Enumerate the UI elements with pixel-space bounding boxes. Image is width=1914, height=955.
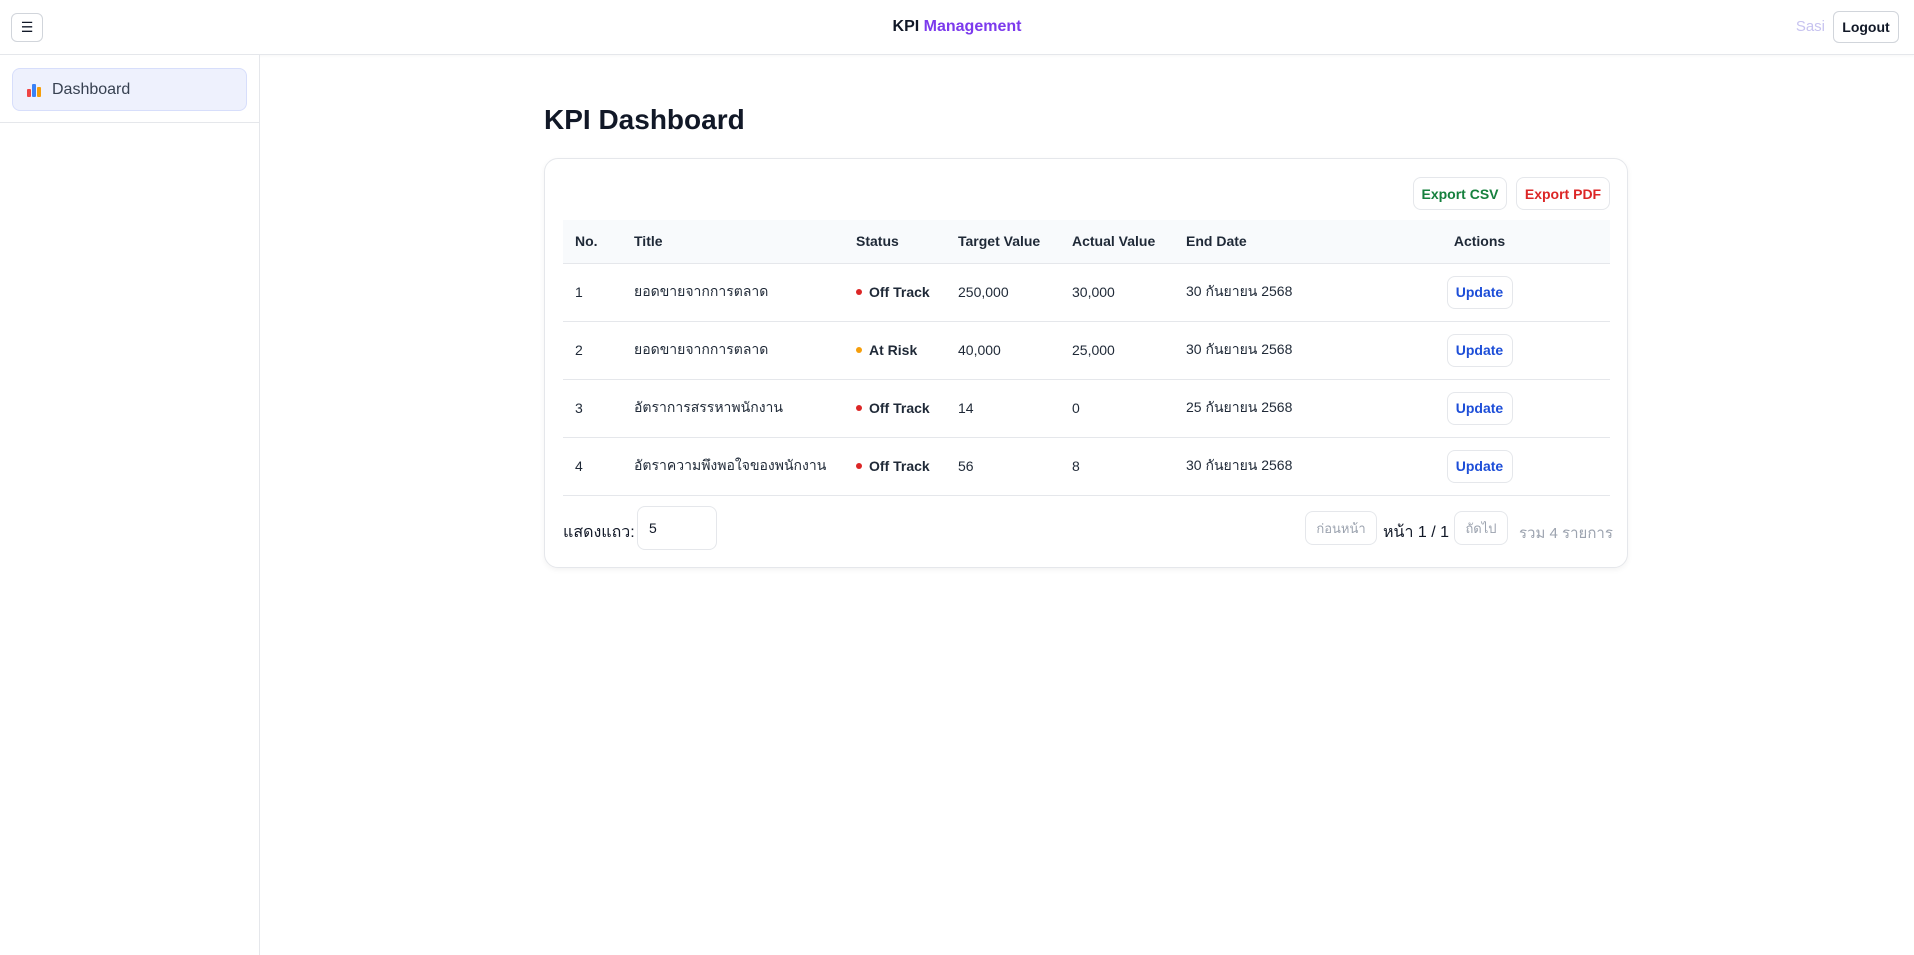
column-header-target-value[interactable]: Target Value [946,220,1060,264]
top-bar: ☰ KPI Management Sasi Logout [0,0,1914,55]
cell-title: อัตราความพึงพอใจของพนักงาน [622,437,844,496]
column-header-actual-value[interactable]: Actual Value [1060,220,1174,264]
update-button[interactable]: Update [1446,391,1513,425]
table-row: 1 ยอดขายจากการตลาด Off Track 250,000 30,… [563,263,1610,322]
total-count: รวม 4 รายการ [1519,525,1613,542]
status-dot-icon [856,405,862,412]
cell-end-date: 30 กันยายน 2568 [1174,321,1349,380]
next-page-button[interactable]: ถัดไป [1454,511,1508,545]
page-indicator: หน้า 1 / 1 [1383,524,1450,541]
cell-status: Off Track [844,263,946,322]
app-title: KPI Management [0,18,1914,36]
rows-per-page-label: แสดงแถว: [563,524,635,541]
cell-status: Off Track [844,437,946,496]
sidebar-item-label: Dashboard [52,80,131,98]
sidebar: Dashboard [0,55,260,955]
update-button[interactable]: Update [1446,333,1513,367]
cell-target-value: 14 [946,379,1060,438]
cell-target-value: 56 [946,437,1060,496]
kpi-table-card: Export CSV Export PDF No. Title Status T… [544,158,1628,568]
status-dot-icon [856,463,862,470]
table-row: 3 อัตราการสรรหาพนักงาน Off Track 14 0 25… [563,379,1610,438]
brand-management: Management [923,18,1022,35]
column-header-title[interactable]: Title [622,220,844,264]
status-label: At Risk [869,342,918,358]
cell-no: 3 [563,379,622,438]
app-root: ☰ KPI Management Sasi Logout Dashboard K… [0,0,1914,955]
previous-page-button[interactable]: ก่อนหน้า [1305,511,1377,545]
cell-title: ยอดขายจากการตลาด [622,263,844,322]
cell-status: At Risk [844,321,946,380]
user-name: Sasi [1795,18,1825,35]
cell-target-value: 250,000 [946,263,1060,322]
cell-actual-value: 8 [1060,437,1174,496]
cell-actions: Update [1349,379,1610,438]
status-dot-icon [856,289,862,296]
sidebar-nav: Dashboard [0,55,259,123]
cell-end-date: 25 กันยายน 2568 [1174,379,1349,438]
status-dot-icon [856,347,862,354]
column-header-end-date[interactable]: End Date [1174,220,1349,264]
cell-actual-value: 25,000 [1060,321,1174,380]
cell-title: ยอดขายจากการตลาด [622,321,844,380]
cell-status: Off Track [844,379,946,438]
cell-end-date: 30 กันยายน 2568 [1174,263,1349,322]
cell-actual-value: 30,000 [1060,263,1174,322]
table-header-row: No. Title Status Target Value Actual Val… [563,220,1610,264]
export-csv-button[interactable]: Export CSV [1413,177,1507,210]
cell-no: 2 [563,321,622,380]
bar-chart-icon [27,83,43,97]
cell-end-date: 30 กันยายน 2568 [1174,437,1349,496]
column-header-actions: Actions [1349,220,1610,264]
rows-per-page-input[interactable] [637,506,717,550]
cell-no: 1 [563,263,622,322]
export-pdf-button[interactable]: Export PDF [1516,177,1610,210]
cell-actions: Update [1349,321,1610,380]
status-label: Off Track [869,284,930,300]
brand-kpi: KPI [892,18,920,35]
sidebar-item-dashboard[interactable]: Dashboard [12,68,247,111]
cell-no: 4 [563,437,622,496]
cell-actions: Update [1349,437,1610,496]
cell-target-value: 40,000 [946,321,1060,380]
status-label: Off Track [869,458,930,474]
page-title: KPI Dashboard [544,104,745,135]
logout-button[interactable]: Logout [1833,11,1899,43]
column-header-no[interactable]: No. [563,220,622,264]
kpi-table: No. Title Status Target Value Actual Val… [563,220,1610,496]
column-header-status[interactable]: Status [844,220,946,264]
status-label: Off Track [869,400,930,416]
update-button[interactable]: Update [1446,275,1513,309]
update-button[interactable]: Update [1446,449,1513,483]
table-row: 4 อัตราความพึงพอใจของพนักงาน Off Track 5… [563,437,1610,496]
table-row: 2 ยอดขายจากการตลาด At Risk 40,000 25,000… [563,321,1610,380]
cell-actions: Update [1349,263,1610,322]
cell-actual-value: 0 [1060,379,1174,438]
cell-title: อัตราการสรรหาพนักงาน [622,379,844,438]
